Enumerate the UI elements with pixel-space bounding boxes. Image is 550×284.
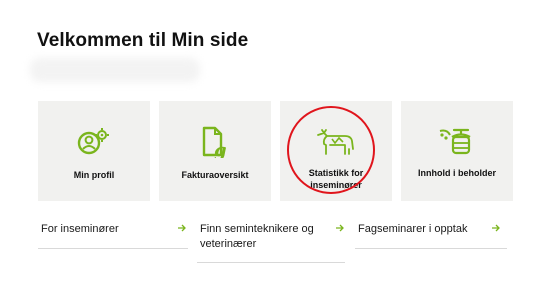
- link-for-inseminorer[interactable]: For inseminører: [38, 222, 188, 249]
- link-finn-seminteknikere[interactable]: Finn seminteknikere og veterinærer: [197, 222, 345, 263]
- link-label: Fagseminarer i opptak: [358, 223, 468, 235]
- card-min-profil[interactable]: Min profil: [38, 101, 150, 201]
- link-label: Finn seminteknikere og veterinærer: [200, 223, 314, 250]
- card-label: Statistikk for inseminører: [308, 168, 364, 190]
- cow-icon: [280, 125, 392, 159]
- card-statistikk[interactable]: Statistikk for inseminører: [280, 101, 392, 201]
- arrow-right-icon: [336, 224, 344, 232]
- link-fagseminarer[interactable]: Fagseminarer i opptak: [355, 222, 507, 249]
- user-settings-icon: [38, 125, 150, 159]
- card-label: Min profil: [73, 170, 115, 180]
- container-icon: [401, 125, 513, 159]
- card-fakturaoversikt[interactable]: g Fakturaoversikt: [159, 101, 271, 201]
- arrow-right-icon: [492, 224, 500, 232]
- redacted-user-name: [30, 58, 200, 82]
- card-label: Fakturaoversikt: [181, 170, 249, 180]
- svg-text:g: g: [214, 140, 227, 158]
- invoice-icon: g: [159, 125, 271, 159]
- page-title: Velkommen til Min side: [37, 30, 249, 51]
- link-label: For inseminører: [41, 223, 119, 235]
- card-innhold-beholder[interactable]: Innhold i beholder: [401, 101, 513, 201]
- arrow-right-icon: [178, 224, 186, 232]
- card-label: Innhold i beholder: [418, 168, 496, 178]
